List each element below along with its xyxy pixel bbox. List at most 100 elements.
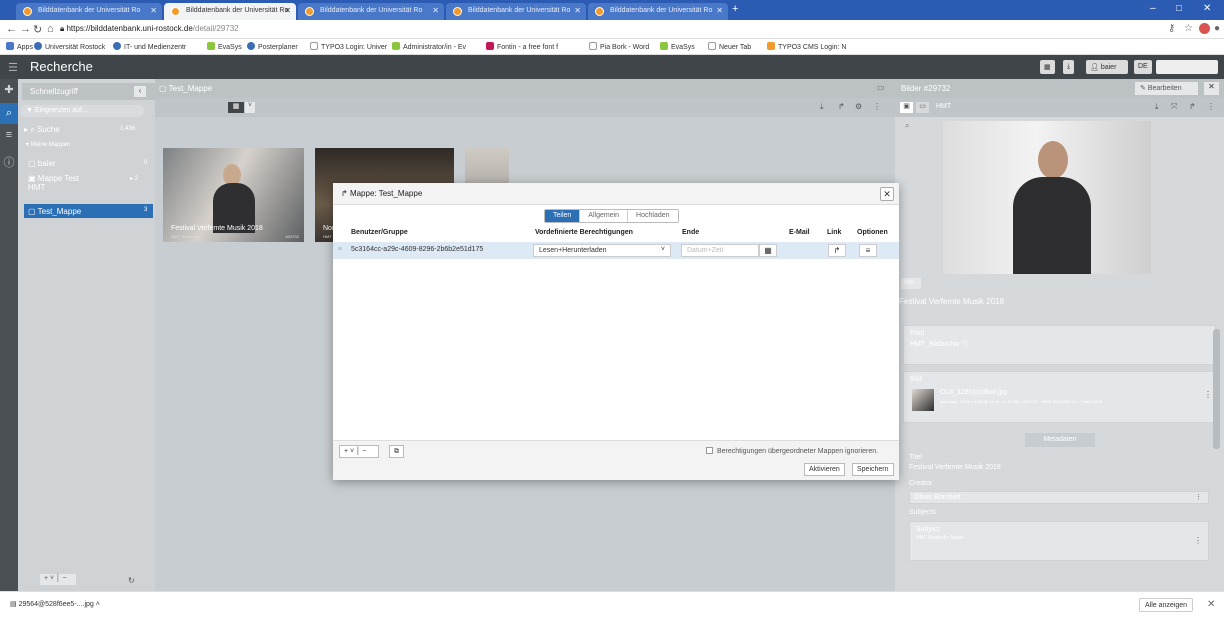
bookmark-item[interactable]: Universität Rostock: [34, 42, 105, 51]
thumbnail-card[interactable]: Festival Verfemte Musik 2018 HMT_Bildarc…: [163, 148, 304, 242]
tree-search[interactable]: ▸ ⌕ Suche: [24, 125, 60, 135]
tab-upload[interactable]: Hochladen: [628, 210, 678, 222]
copy-icon[interactable]: ⧉: [389, 445, 404, 458]
bookmark-item[interactable]: Pia Bork - Word: [589, 42, 649, 51]
pool-value[interactable]: HMT_Bildarchiv ⓘ: [910, 339, 1209, 349]
download-icon[interactable]: ⤓: [1155, 102, 1159, 112]
forward-icon[interactable]: →: [20, 23, 31, 35]
share-icon[interactable]: ↱: [838, 102, 845, 111]
new-tab-icon[interactable]: +: [732, 3, 738, 15]
info-icon[interactable]: ⓘ: [0, 154, 18, 170]
filter-input[interactable]: ▼ Eingrenzen auf...: [20, 105, 144, 117]
creator-field[interactable]: Oliver Borchert ⋮: [909, 491, 1209, 504]
dialog-tabs: Teilen Allgemein Hochladen: [544, 209, 679, 223]
activate-button[interactable]: Aktivieren: [804, 463, 845, 476]
bookmark-item[interactable]: Administrator/in - Ev: [392, 42, 466, 51]
close-window-icon[interactable]: ✕: [1203, 3, 1211, 14]
folder-item-selected[interactable]: ▢ Test_Mappe 3: [24, 204, 153, 218]
link-share-icon[interactable]: ↱: [828, 244, 846, 257]
tab-share[interactable]: Teilen: [545, 210, 581, 222]
close-tab-icon[interactable]: ✕: [284, 6, 291, 15]
ignore-parent-permissions-checkbox[interactable]: Berechtigungen übergeordneter Mappen ign…: [706, 447, 878, 455]
browser-tab[interactable]: Bilddatenbank der Universität Ro ✕: [16, 3, 162, 20]
scrollbar-thumb[interactable]: [1213, 329, 1220, 449]
metadata-button[interactable]: Metadaten: [1025, 433, 1095, 447]
left-icon-bar: ✚ ⌕ ≡ ⓘ: [0, 79, 18, 591]
add-remove-buttons[interactable]: + ˅ │ −: [339, 445, 379, 458]
bookmark-item[interactable]: EvaSys: [207, 42, 242, 51]
add-icon[interactable]: ✚: [0, 83, 18, 96]
extension-icon[interactable]: ●: [1214, 23, 1220, 34]
end-date-input[interactable]: Datum+Zeit: [681, 244, 759, 257]
collapse-icon[interactable]: ‹: [134, 86, 146, 97]
close-tab-icon[interactable]: ✕: [716, 6, 723, 15]
more-icon[interactable]: ⋮: [1204, 390, 1212, 399]
save-button[interactable]: Speichern: [852, 463, 894, 476]
panel-icon[interactable]: ▭: [916, 102, 929, 113]
close-tab-icon[interactable]: ✕: [574, 6, 581, 15]
folder-item[interactable]: ▣ Mappe Test HMT: [28, 174, 88, 192]
edit-button[interactable]: ✎ Bearbeiten: [1135, 82, 1198, 95]
bookmark-item[interactable]: Neuer Tab: [708, 42, 751, 51]
more-icon[interactable]: ⋮: [1195, 493, 1202, 501]
bookmark-item[interactable]: EvaSys: [660, 42, 695, 51]
more-icon[interactable]: ⋮: [873, 102, 881, 111]
dialog-close-button[interactable]: ✕: [880, 187, 894, 201]
download-icon[interactable]: ⤓: [1063, 60, 1075, 74]
url-field[interactable]: 🔒︎ https://bilddatenbank.uni-rostock.de/…: [60, 24, 239, 34]
image-view-icon[interactable]: ▣: [900, 102, 913, 113]
add-remove-buttons[interactable]: + ˅ │ −: [40, 574, 76, 585]
clipboard-icon[interactable]: ▦: [1040, 60, 1055, 74]
share-icon[interactable]: ↱: [1189, 102, 1196, 111]
table-row[interactable]: ≡ 5c3164cc-a29c-4609-8296-2b6b2e51d175 L…: [333, 242, 899, 259]
bookmark-apps[interactable]: Apps: [6, 42, 33, 51]
bookmark-item[interactable]: Fontin - a free font f: [486, 42, 558, 51]
tab-info[interactable]: Info: [901, 278, 921, 289]
panel-icon[interactable]: ▭: [877, 83, 885, 92]
options-menu-icon[interactable]: ≡: [859, 244, 877, 257]
refresh-icon[interactable]: ↻: [128, 576, 135, 585]
calendar-icon[interactable]: ▦: [759, 244, 777, 257]
list-icon[interactable]: ≡: [0, 129, 18, 141]
gear-icon[interactable]: ⚙: [855, 102, 862, 111]
close-tab-icon[interactable]: ✕: [432, 6, 439, 15]
zoom-icon[interactable]: ⌕: [905, 121, 909, 131]
download-icon[interactable]: ⤓: [820, 102, 824, 112]
maximize-icon[interactable]: □: [1176, 3, 1182, 14]
minimize-icon[interactable]: –: [1150, 3, 1156, 14]
more-icon[interactable]: ⋮: [1194, 536, 1202, 545]
bookmark-item[interactable]: TYPO3 Login: Univer: [310, 42, 387, 51]
close-icon[interactable]: ✕: [1207, 599, 1215, 610]
download-item[interactable]: ▤ 29564@528f6ee5-....jpg ˄: [10, 600, 100, 608]
grid-view-icon[interactable]: ▦: [228, 102, 244, 113]
close-icon[interactable]: ✕: [1204, 82, 1219, 95]
back-icon[interactable]: ←: [6, 23, 17, 35]
browser-tab[interactable]: Bilddatenbank der Universität Ro ✕: [446, 3, 586, 20]
key-icon[interactable]: ⚷: [1168, 23, 1175, 34]
tab-general[interactable]: Allgemein: [580, 210, 629, 222]
more-icon[interactable]: ⋮: [1207, 102, 1215, 111]
permission-select[interactable]: Lesen+Herunterladen ˅: [533, 244, 671, 257]
fullscreen-icon[interactable]: ⤧: [1171, 102, 1177, 112]
bookmark-item[interactable]: TYPO3 CMS Login: N: [767, 42, 846, 51]
chevron-down-icon[interactable]: ˅: [245, 102, 255, 113]
browser-tab[interactable]: Bilddatenbank der Universität Ro ✕: [298, 3, 444, 20]
home-icon[interactable]: ⌂: [47, 23, 54, 35]
drag-handle-icon[interactable]: ≡: [338, 246, 342, 253]
close-tab-icon[interactable]: ✕: [150, 6, 157, 15]
browser-tab[interactable]: Bilddatenbank der Universität Ro ✕: [588, 3, 728, 20]
show-all-button[interactable]: Alle anzeigen: [1139, 598, 1194, 612]
checkmark-icon: [392, 42, 400, 50]
language-button[interactable]: DE: [1134, 60, 1152, 74]
bookmark-item[interactable]: Posterplaner: [247, 42, 298, 51]
profile-avatar[interactable]: [1199, 23, 1210, 34]
star-icon[interactable]: ☆: [1184, 23, 1193, 34]
user-button[interactable]: 👤︎ baier: [1086, 60, 1128, 74]
bookmark-item[interactable]: IT- und Medienzentr: [113, 42, 186, 51]
browser-tab-active[interactable]: Bilddatenbank der Universität Ro ✕: [164, 3, 296, 20]
folder-item[interactable]: ▢ baier: [28, 159, 56, 168]
reload-icon[interactable]: ↻: [33, 23, 42, 36]
subjects-label: Subjects: [909, 509, 936, 516]
search-icon[interactable]: ⌕: [0, 103, 18, 124]
menu-icon[interactable]: ☰: [8, 61, 18, 74]
